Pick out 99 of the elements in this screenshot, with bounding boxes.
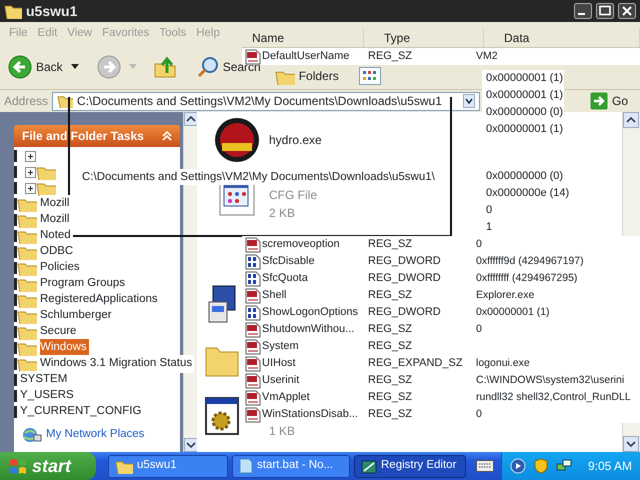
tree-marker-icon [14,326,17,338]
value-row[interactable]: 0x00000001 (1) [482,87,564,104]
value-row[interactable]: 0x00000001 (1) [482,70,564,87]
panel-title: File and Folder Tasks [22,128,144,145]
search-icon [196,56,219,78]
column-header[interactable]: Name [242,28,364,47]
clock: 9:05 AM [588,458,632,475]
value-row[interactable]: UIHost REG_EXPAND_SZ logonui.exe [242,355,640,372]
folder-icon [57,94,74,108]
string-value-icon [245,356,261,372]
value-row[interactable]: ShutdownWithou... REG_SZ 0 [242,321,640,338]
value-row[interactable]: VmApplet REG_SZ rundll32 shell32,Control_RunDLL [242,389,640,406]
tree-marker-icon [14,214,17,226]
scroll-up-icon[interactable] [184,112,198,126]
column-header[interactable]: Data [484,28,640,47]
file-size: 2 KB [269,205,296,222]
folders-button[interactable]: Folders [274,67,339,85]
value-row[interactable]: SfcDisable REG_DWORD 0xffffff9d (4294967197) [242,253,640,270]
minimize-icon[interactable] [574,3,592,19]
string-value-icon [245,338,261,354]
close-icon[interactable] [618,3,636,19]
expand-icon[interactable] [25,150,36,162]
string-value-icon [245,288,261,304]
scroll-up-icon[interactable] [623,112,639,128]
tree-marker-icon [14,310,17,322]
value-row[interactable]: System REG_SZ [242,338,640,355]
value-row[interactable]: SfcQuota REG_DWORD 0xffffffff (4294967295) [242,270,640,287]
string-value-icon [245,390,261,406]
tree-marker-icon [14,342,17,354]
network-places-link[interactable]: My Network Places [46,426,144,444]
start-button[interactable]: start [0,452,96,480]
windows-flag-icon [8,457,28,475]
tree-marker-icon [14,358,17,370]
tree-item[interactable]: Noted [14,228,214,244]
tree-marker-icon [14,294,17,306]
tree-marker-icon [14,374,17,386]
game-logo-icon [214,117,260,163]
media-player-icon[interactable] [510,458,526,474]
tree-item[interactable]: Windows [14,340,184,356]
expand-icon[interactable] [25,166,36,178]
address-field[interactable]: C:\Documents and Settings\VM2\My Documents\Downloads\u5swu1 [52,92,480,110]
folder-up-icon[interactable] [152,55,177,79]
tree-marker-icon [14,278,17,290]
file-name: hydro.exe [269,132,322,149]
scroll-down-icon[interactable] [184,438,198,452]
value-row[interactable]: 1 [482,219,622,236]
folder-icon [4,3,22,19]
tree-marker-icon [14,230,17,242]
tree-marker-icon [14,262,17,274]
string-value-icon [245,322,261,338]
value-row[interactable]: 0 [482,202,622,219]
caret-icon[interactable] [70,64,79,70]
back-button[interactable]: Back [8,55,63,79]
binary-value-icon [245,254,261,270]
value-row[interactable]: ShowLogonOptions REG_DWORD 0x00000001 (1) [242,304,640,321]
tree-marker-icon [14,166,17,178]
value-row[interactable]: WinStationsDisab... REG_SZ 0 [242,406,640,423]
views-icon[interactable] [358,67,381,85]
taskbar-button[interactable]: Registry Editor [354,454,466,478]
folder-icon [115,458,133,474]
notepad-icon [239,458,253,474]
taskbar-button[interactable]: start.bat - No... [232,454,350,478]
window-title: u5swu1 [26,2,78,20]
column-header[interactable]: Type [364,28,484,47]
network-icon [22,426,42,444]
tree-marker-icon [14,390,17,402]
value-row[interactable]: 0x00000000 (0) [482,104,564,121]
tree-marker-icon [14,182,17,194]
tree-item[interactable]: Mozill [14,196,214,212]
shield-icon[interactable] [534,458,548,474]
value-row[interactable]: scremoveoption REG_SZ 0 [242,236,640,253]
file-size: 1 KB [269,423,296,440]
gear-window-icon [205,396,239,436]
tree-item[interactable]: Mozill [14,212,214,228]
taskbar-button[interactable]: u5swu1 [108,454,228,478]
value-row[interactable]: Userinit REG_SZ C:\WINDOWS\system32\userini [242,372,640,389]
file-type: CFG File [269,187,317,204]
scroll-down-icon[interactable] [623,436,639,452]
keyboard-icon[interactable] [476,460,494,472]
tree-marker-icon [14,198,17,210]
value-row[interactable]: Shell REG_SZ Explorer.exe [242,287,640,304]
maximize-icon[interactable] [596,3,614,19]
binary-value-icon [245,270,261,286]
value-row[interactable]: 0x00000001 (1) [482,121,564,138]
binary-value-icon [245,304,261,320]
tree-item[interactable]: Schlumberger [14,308,214,324]
registry-icon [361,458,377,474]
folder-icon [274,69,295,85]
value-row[interactable]: 0x00000000 (0) [482,168,622,185]
tree-marker-icon [14,406,17,418]
tree-marker-icon [14,246,17,258]
address-label: Address [4,93,48,110]
dropdown-icon[interactable] [463,94,476,108]
go-button[interactable]: Go [590,92,628,110]
value-row[interactable]: 0x0000000e (14) [482,185,622,202]
string-value-icon [245,372,261,388]
expand-icon[interactable] [25,182,36,194]
tree-marker-icon [14,150,17,162]
collapse-chevron-icon[interactable] [162,131,172,141]
